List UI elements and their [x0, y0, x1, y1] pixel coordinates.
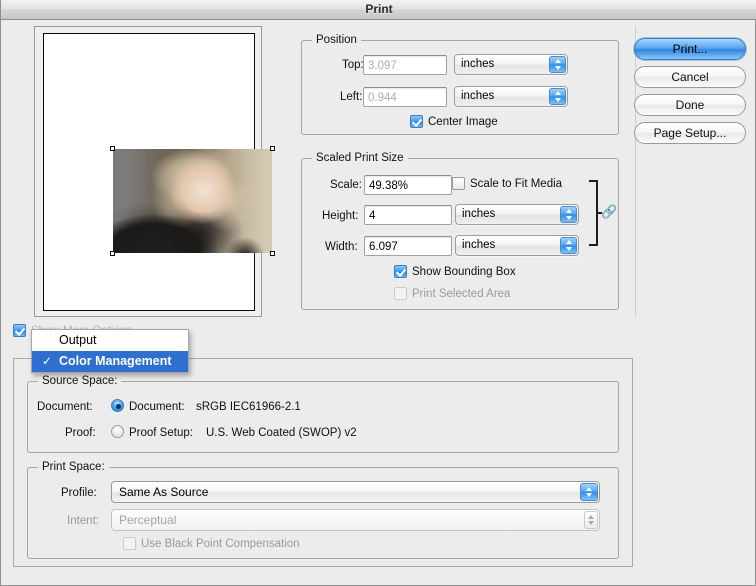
black-point-compensation-label: Use Black Point Compensation [141, 538, 300, 550]
source-space-legend: Source Space: [38, 375, 122, 387]
black-point-compensation-checkbox[interactable] [123, 537, 136, 550]
resize-handle-bottom-right[interactable] [270, 251, 275, 256]
width-unit-stepper-button[interactable] [560, 237, 577, 254]
width-unit-select[interactable]: inches [455, 235, 579, 256]
left-unit-select[interactable]: inches [454, 86, 568, 107]
height-input[interactable]: 4 [364, 205, 452, 225]
show-bounding-box-checkbox[interactable] [394, 265, 407, 278]
color-management-panel: Source Space: Document: Document: sRGB I… [13, 358, 633, 567]
left-input[interactable]: 0.944 [363, 87, 447, 107]
top-unit-select[interactable]: inches [454, 54, 568, 75]
intent-value: Perceptual [119, 513, 177, 527]
left-label: Left: [340, 91, 363, 103]
scale-to-fit-media-label: Scale to Fit Media [470, 178, 563, 190]
document-radio-label: Document: [129, 401, 185, 413]
width-unit-value: inches [462, 239, 496, 251]
proof-radio-label: Proof Setup: [129, 427, 193, 439]
height-unit-select[interactable]: inches [455, 204, 579, 225]
photo-coat [113, 205, 222, 253]
top-unit-stepper-button[interactable] [549, 56, 566, 73]
done-button[interactable]: Done [634, 94, 746, 116]
show-more-options-checkbox[interactable] [13, 324, 26, 337]
scale-label: Scale: [330, 179, 362, 191]
preview-photo [113, 149, 272, 253]
profile-select[interactable]: Same As Source [111, 481, 600, 503]
print-selected-area-checkbox[interactable] [394, 287, 407, 300]
show-bounding-box-label: Show Bounding Box [412, 266, 516, 278]
document-label: Document: [37, 401, 93, 413]
intent-popup-button[interactable] [584, 511, 598, 529]
photo-coat-right [224, 228, 266, 253]
center-image-label: Center Image [428, 116, 498, 128]
menu-item-output[interactable]: Output [32, 330, 188, 351]
profile-label: Profile: [61, 487, 97, 499]
intent-label: Intent: [67, 515, 99, 527]
menu-item-output-label: Output [59, 333, 97, 347]
left-unit-value: inches [461, 90, 495, 102]
menu-item-color-management-label: Color Management [59, 354, 172, 368]
source-space-group: Source Space: Document: Document: sRGB I… [27, 375, 619, 453]
height-unit-stepper-button[interactable] [560, 206, 577, 223]
print-selected-area-label: Print Selected Area [412, 288, 511, 300]
width-label: Width: [325, 241, 358, 253]
center-image-checkbox[interactable] [410, 115, 423, 128]
height-label: Height: [322, 210, 359, 222]
title-bar: Print [1, 0, 756, 20]
resize-handle-bottom-left[interactable] [110, 251, 115, 256]
cancel-button[interactable]: Cancel [634, 66, 746, 88]
top-unit-value: inches [461, 58, 495, 70]
print-button[interactable]: Print... [634, 38, 746, 60]
chain-link-icon: 🔗 [601, 204, 618, 219]
options-popup-menu[interactable]: Output ✓ Color Management [31, 329, 189, 373]
page-setup-button[interactable]: Page Setup... [634, 122, 746, 144]
check-icon: ✓ [42, 354, 53, 368]
position-group-legend: Position [312, 34, 361, 46]
top-input[interactable]: 3.097 [363, 55, 447, 75]
profile-value: Same As Source [119, 485, 209, 499]
profile-popup-button[interactable] [580, 483, 598, 501]
proof-label: Proof: [65, 427, 96, 439]
scaled-print-size-legend: Scaled Print Size [312, 152, 408, 164]
print-space-legend: Print Space: [38, 461, 109, 473]
menu-item-color-management[interactable]: ✓ Color Management [32, 351, 188, 372]
print-preview[interactable] [34, 26, 275, 317]
window-title: Print [365, 2, 393, 16]
dimension-link-bracket [589, 180, 602, 246]
document-radio[interactable] [111, 399, 124, 412]
resize-handle-top-left[interactable] [110, 146, 115, 151]
resize-handle-top-right[interactable] [270, 146, 275, 151]
proof-profile-value: U.S. Web Coated (SWOP) v2 [206, 427, 357, 439]
intent-select[interactable]: Perceptual [111, 509, 600, 531]
width-input[interactable]: 6.097 [364, 236, 452, 256]
print-dialog-window: Print Print... Cancel Done Page Setup... [0, 0, 756, 586]
preview-paper [43, 33, 275, 311]
proof-radio[interactable] [111, 425, 124, 438]
scale-input[interactable]: 49.38% [364, 175, 452, 195]
document-profile-value: sRGB IEC61966-2.1 [196, 401, 301, 413]
height-unit-value: inches [462, 208, 496, 220]
position-group: Position Top: 3.097 inches Left: 0.944 i… [301, 34, 619, 135]
print-space-group: Print Space: Profile: Same As Source Int… [27, 461, 619, 559]
scaled-print-size-group: Scaled Print Size Scale: 49.38% Scale to… [301, 152, 619, 310]
top-label: Top: [342, 59, 364, 71]
scale-to-fit-media-checkbox[interactable] [452, 177, 465, 190]
preview-image-bounding-box[interactable] [110, 146, 275, 256]
left-unit-stepper-button[interactable] [549, 88, 566, 105]
